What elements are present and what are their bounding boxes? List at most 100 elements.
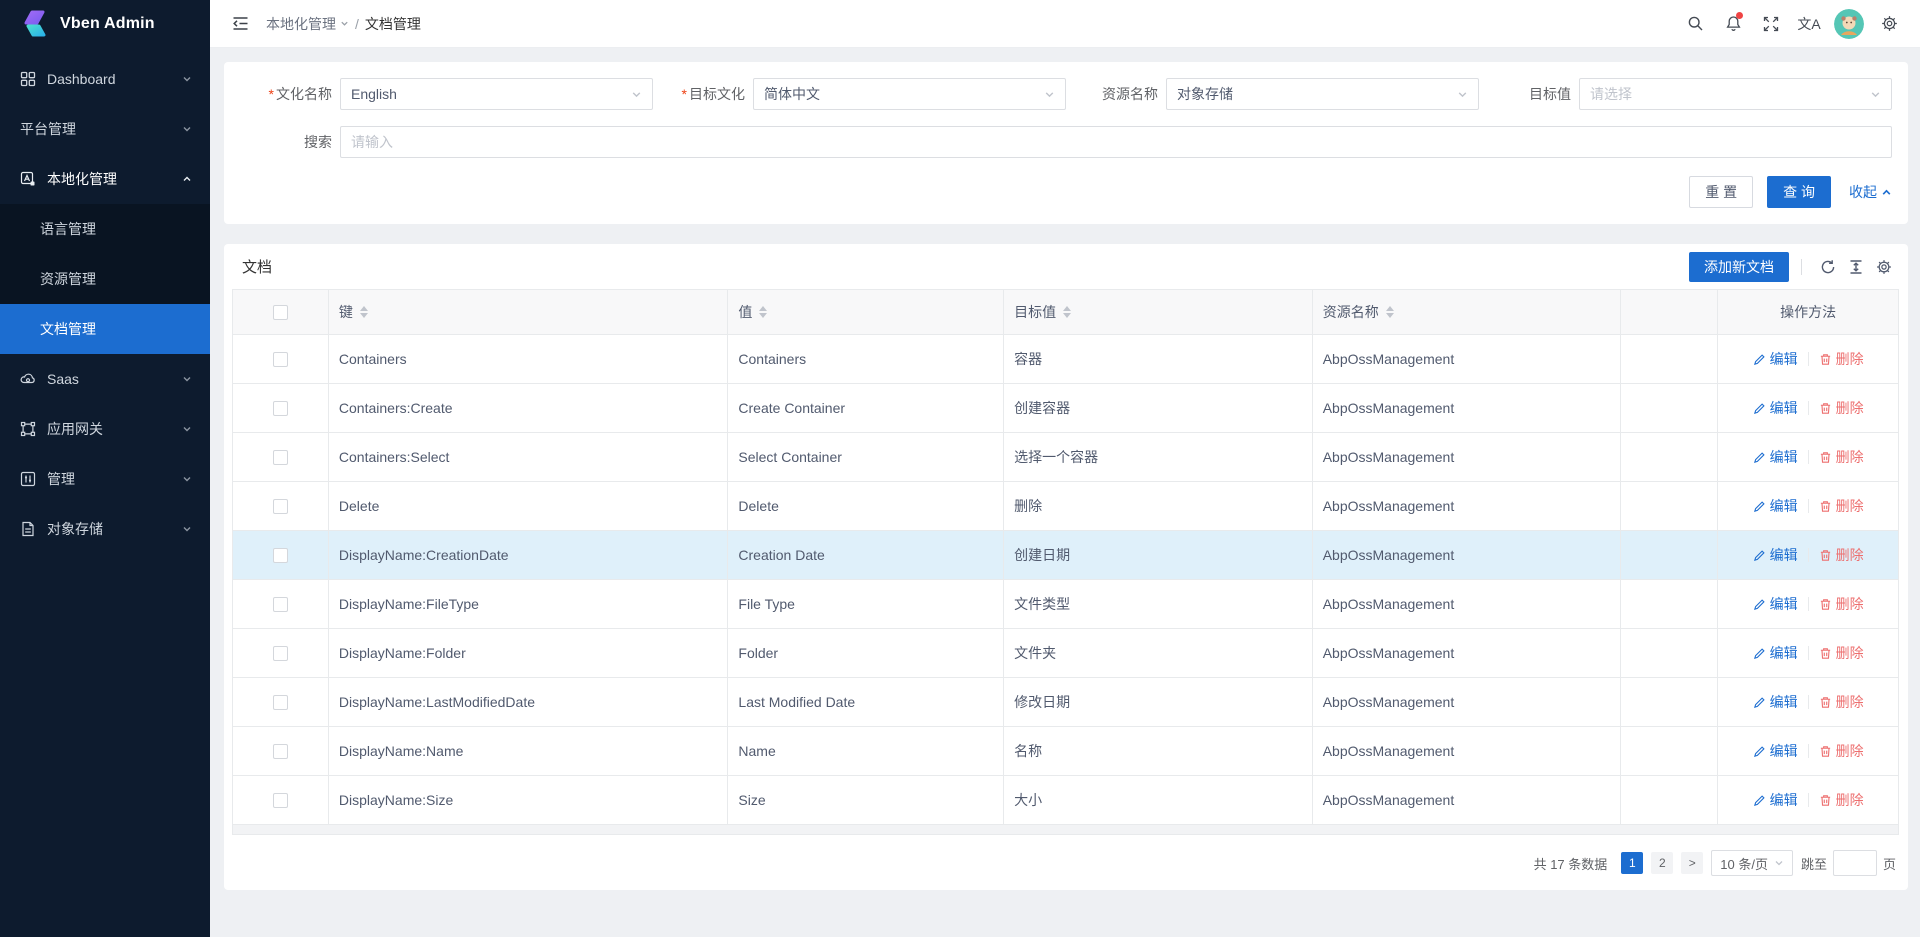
query-button[interactable]: 查 询: [1767, 176, 1831, 208]
search-input[interactable]: [340, 126, 1892, 158]
cell-value: Last Modified Date: [728, 678, 1004, 726]
pencil-icon: [1753, 745, 1766, 758]
sidebar-item-gateway[interactable]: 应用网关: [0, 404, 210, 454]
row-checkbox[interactable]: [273, 597, 288, 612]
row-checkbox[interactable]: [273, 352, 288, 367]
toolbar-divider: [1801, 259, 1802, 275]
page-button-2[interactable]: 2: [1651, 852, 1673, 874]
edit-button[interactable]: 编辑: [1753, 643, 1798, 663]
sort-icon[interactable]: [1063, 306, 1071, 318]
edit-button[interactable]: 编辑: [1753, 545, 1798, 565]
edit-button[interactable]: 编辑: [1753, 349, 1798, 369]
gateway-icon: [20, 421, 37, 437]
sidebar-item-resource-management[interactable]: 资源管理: [0, 254, 210, 304]
menu-fold-icon[interactable]: [224, 8, 256, 40]
row-checkbox[interactable]: [273, 744, 288, 759]
delete-button[interactable]: 删除: [1819, 643, 1864, 663]
edit-button[interactable]: 编辑: [1753, 594, 1798, 614]
edit-button[interactable]: 编辑: [1753, 398, 1798, 418]
sidebar-item-language-management[interactable]: 语言管理: [0, 204, 210, 254]
target-culture-select[interactable]: 简体中文: [753, 78, 1066, 110]
column-header-key[interactable]: 键: [329, 290, 729, 334]
breadcrumb-parent[interactable]: 本地化管理: [266, 14, 349, 34]
row-checkbox[interactable]: [273, 695, 288, 710]
sidebar-item-saas[interactable]: Saas: [0, 354, 210, 404]
horizontal-scrollbar-track[interactable]: [232, 825, 1899, 835]
edit-button[interactable]: 编辑: [1753, 790, 1798, 810]
delete-button[interactable]: 删除: [1819, 692, 1864, 712]
refresh-icon[interactable]: [1814, 253, 1842, 281]
field-label: 搜索: [240, 132, 340, 152]
delete-button[interactable]: 删除: [1819, 594, 1864, 614]
field-label: 文化名称: [276, 86, 332, 102]
bell-icon[interactable]: [1716, 7, 1750, 41]
target-value-select[interactable]: 请选择: [1579, 78, 1892, 110]
pencil-icon: [1753, 451, 1766, 464]
chevron-down-icon: [1774, 858, 1784, 868]
sort-icon[interactable]: [1386, 306, 1394, 318]
sidebar-item-object-storage[interactable]: 对象存储: [0, 504, 210, 554]
page-button-1[interactable]: 1: [1621, 852, 1643, 874]
row-checkbox[interactable]: [273, 401, 288, 416]
culture-name-select[interactable]: English: [340, 78, 653, 110]
cell-target: 容器: [1004, 335, 1313, 383]
sidebar-item-label: 语言管理: [40, 219, 96, 239]
edit-button[interactable]: 编辑: [1753, 496, 1798, 516]
sidebar-item-label: Dashboard: [47, 71, 116, 87]
cell-resource: AbpOssManagement: [1313, 678, 1622, 726]
delete-button[interactable]: 删除: [1819, 545, 1864, 565]
row-checkbox[interactable]: [273, 646, 288, 661]
delete-button[interactable]: 删除: [1819, 496, 1864, 516]
next-page-button[interactable]: >: [1681, 852, 1703, 874]
logo-icon: [20, 9, 50, 39]
app-logo[interactable]: Vben Admin: [0, 0, 210, 48]
cell-key: DisplayName:Name: [329, 727, 729, 775]
sort-icon[interactable]: [360, 306, 368, 318]
pencil-icon: [1753, 598, 1766, 611]
edit-button[interactable]: 编辑: [1753, 692, 1798, 712]
delete-button[interactable]: 删除: [1819, 349, 1864, 369]
column-header-value[interactable]: 值: [728, 290, 1004, 334]
search-icon[interactable]: [1678, 7, 1712, 41]
row-checkbox[interactable]: [273, 548, 288, 563]
row-checkbox[interactable]: [273, 793, 288, 808]
sidebar-item-document-management[interactable]: 文档管理: [0, 304, 210, 354]
field-label: 资源名称: [1066, 84, 1166, 104]
page-size-select[interactable]: 10 条/页: [1711, 850, 1793, 876]
sidebar-item-platform[interactable]: 平台管理: [0, 104, 210, 154]
edit-button[interactable]: 编辑: [1753, 447, 1798, 467]
edit-button[interactable]: 编辑: [1753, 741, 1798, 761]
filter-fields: *文化名称 English *目标文化 简体中文 资源名称 对象存储 目标值 请…: [240, 78, 1892, 110]
delete-button[interactable]: 删除: [1819, 790, 1864, 810]
fullscreen-icon[interactable]: [1754, 7, 1788, 41]
column-header-resource[interactable]: 资源名称: [1313, 290, 1622, 334]
header-actions: 文A: [1678, 7, 1906, 41]
sidebar-item-localization[interactable]: 本地化管理: [0, 154, 210, 204]
jump-page-input[interactable]: [1833, 850, 1877, 876]
chevron-down-icon: [182, 74, 192, 84]
sidebar-item-dashboard[interactable]: Dashboard: [0, 54, 210, 104]
table-settings-gear-icon[interactable]: [1870, 253, 1898, 281]
collapse-link[interactable]: 收起: [1849, 182, 1892, 202]
sort-icon[interactable]: [759, 306, 767, 318]
row-height-icon[interactable]: [1842, 253, 1870, 281]
select-all-checkbox[interactable]: [273, 305, 288, 320]
row-checkbox[interactable]: [273, 450, 288, 465]
cell-value: Containers: [728, 335, 1004, 383]
cell-value: File Type: [728, 580, 1004, 628]
delete-button[interactable]: 删除: [1819, 447, 1864, 467]
avatar[interactable]: [1834, 9, 1864, 39]
trash-icon: [1819, 353, 1832, 366]
sidebar-item-label: Saas: [47, 371, 79, 387]
row-checkbox[interactable]: [273, 499, 288, 514]
resource-name-select[interactable]: 对象存储: [1166, 78, 1479, 110]
add-document-button[interactable]: 添加新文档: [1689, 252, 1789, 282]
delete-button[interactable]: 删除: [1819, 398, 1864, 418]
gear-icon[interactable]: [1872, 7, 1906, 41]
column-header-target[interactable]: 目标值: [1004, 290, 1313, 334]
reset-button[interactable]: 重 置: [1689, 176, 1753, 208]
sidebar-item-management[interactable]: 管理: [0, 454, 210, 504]
translate-icon[interactable]: 文A: [1792, 7, 1826, 41]
delete-button[interactable]: 删除: [1819, 741, 1864, 761]
cell-target: 名称: [1004, 727, 1313, 775]
